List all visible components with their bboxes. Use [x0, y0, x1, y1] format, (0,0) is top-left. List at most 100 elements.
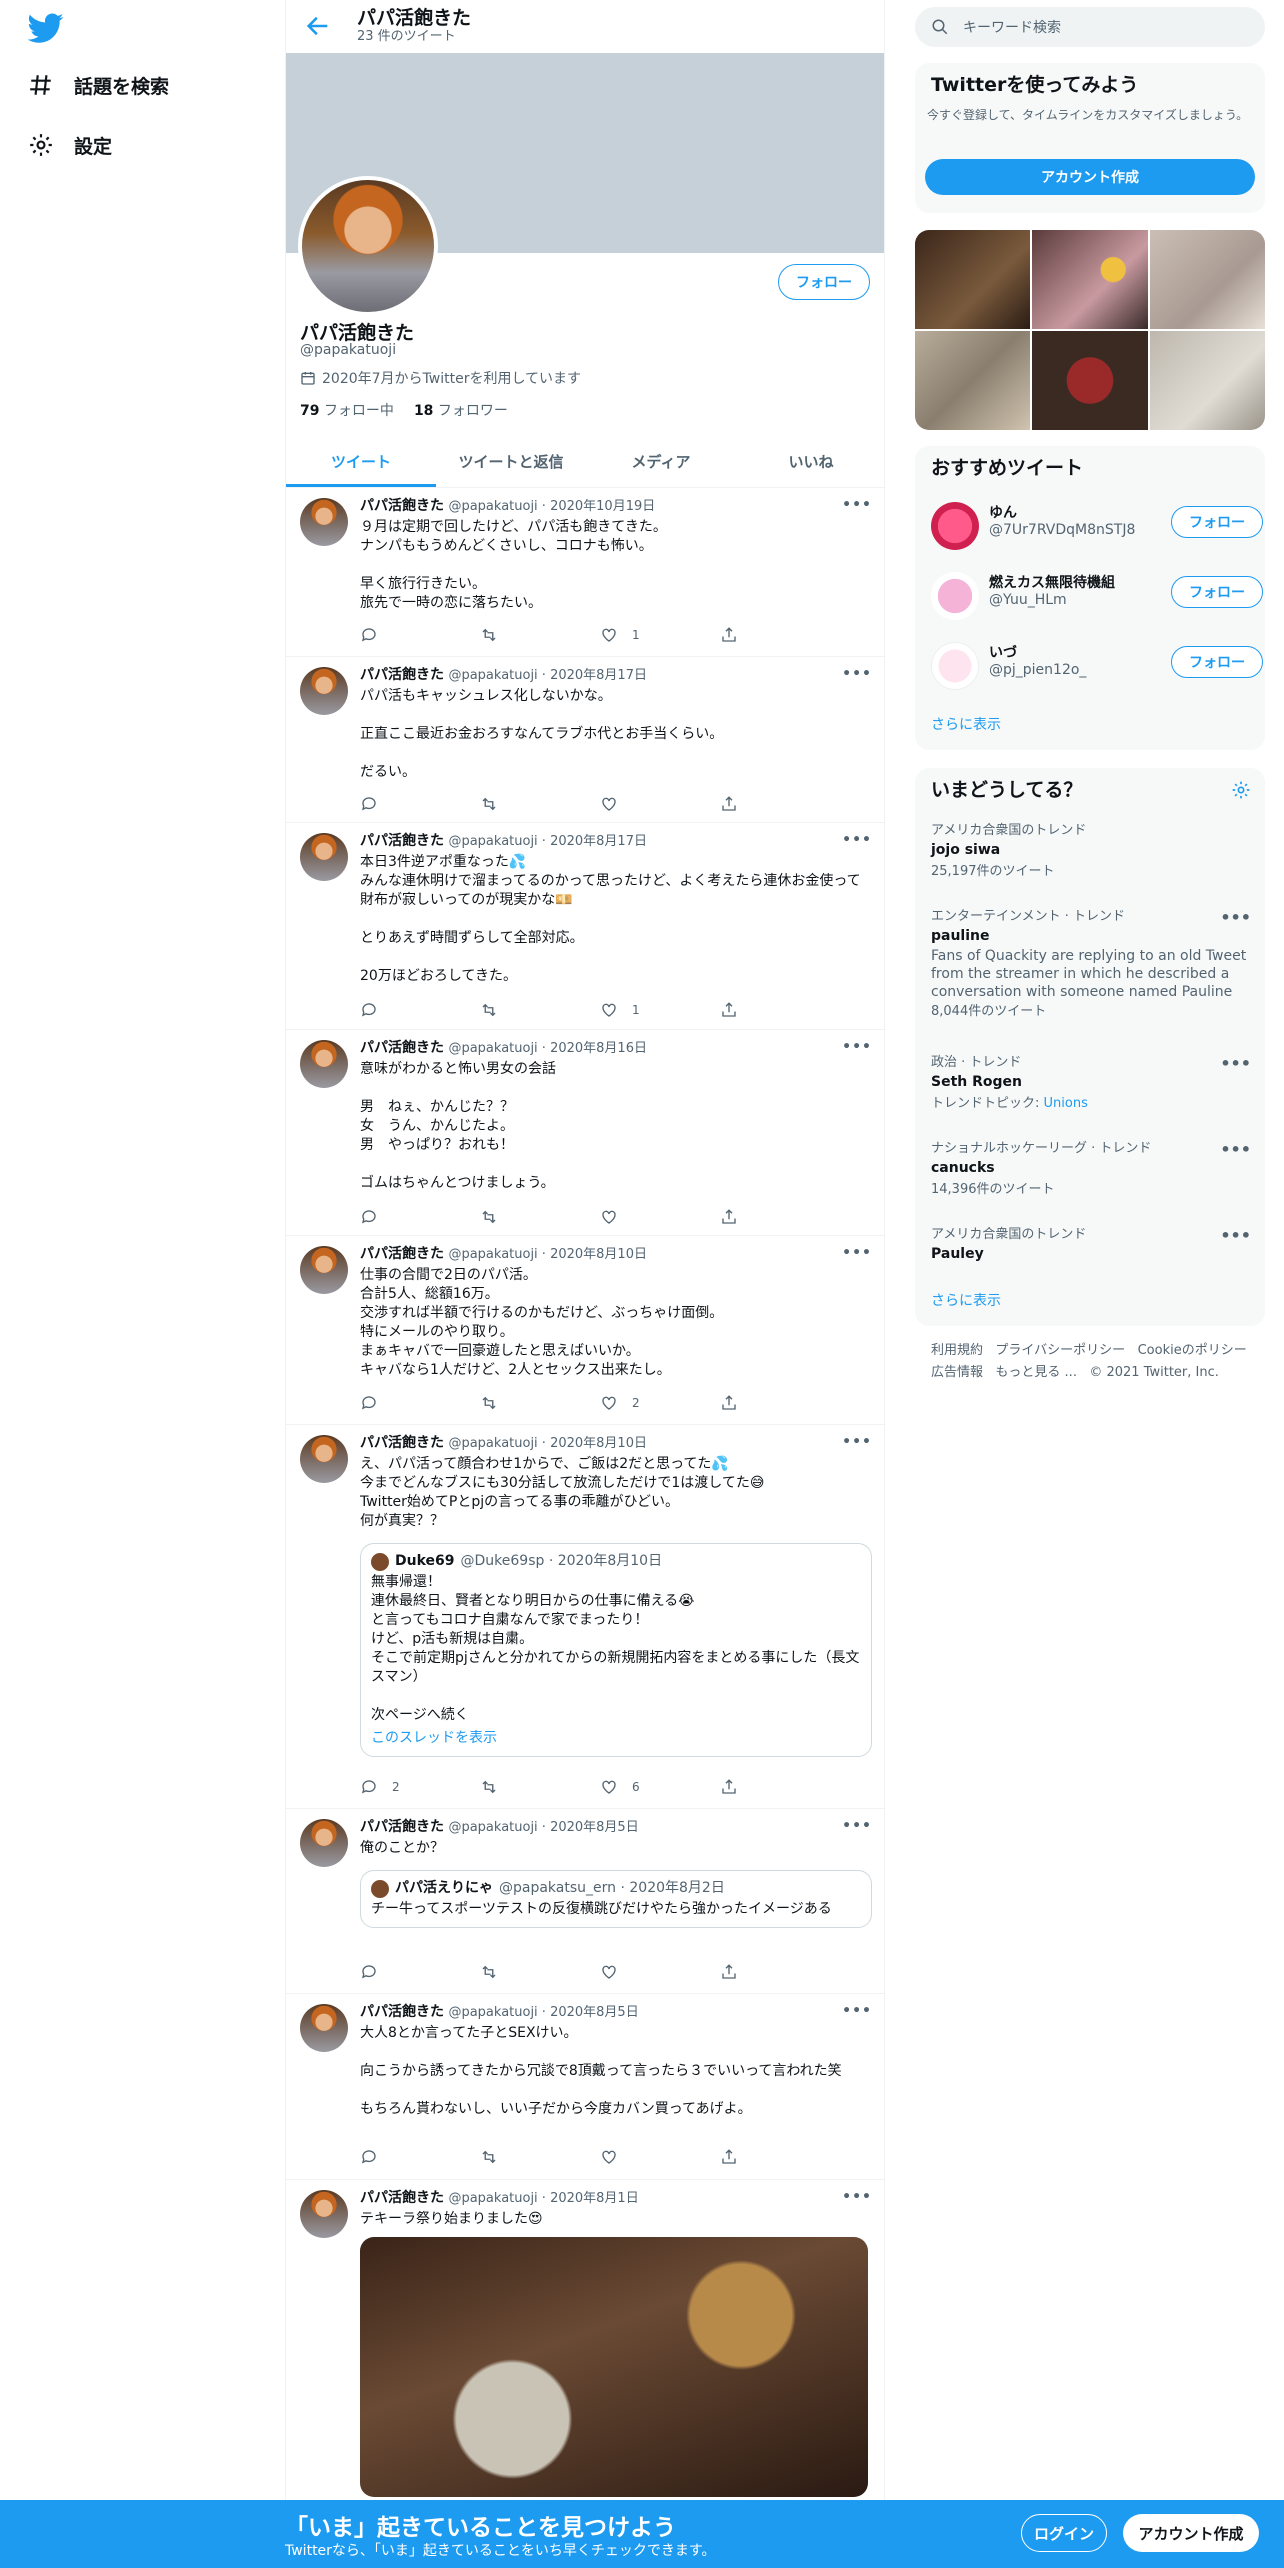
like-button[interactable] — [600, 2147, 680, 2167]
avatar[interactable] — [300, 1819, 348, 1867]
reply-button[interactable] — [360, 1962, 440, 1982]
join-signup-button[interactable]: アカウント作成 — [925, 159, 1255, 195]
more-icon[interactable]: ••• — [842, 666, 872, 682]
more-icon[interactable]: ••• — [842, 1434, 872, 1450]
tweet-image[interactable] — [360, 2237, 868, 2497]
media-thumb[interactable] — [1032, 230, 1148, 329]
who-follow-button[interactable]: フォロー — [1171, 576, 1263, 608]
footer-terms[interactable]: 利用規約 — [931, 1343, 983, 1358]
tweet[interactable]: ••• パパ活飽きた @papakatuoji · 2020年8月10日 仕事の合間… — [286, 1236, 884, 1425]
share-button[interactable] — [720, 1777, 800, 1797]
share-button[interactable] — [720, 1962, 800, 1982]
tweet-meta[interactable]: @papakatuoji · 2020年8月5日 — [448, 1820, 638, 1835]
avatar[interactable] — [300, 833, 348, 881]
like-button[interactable] — [600, 794, 680, 814]
reply-button[interactable] — [360, 1207, 440, 1227]
tab-tweets[interactable]: ツイート — [286, 436, 436, 487]
who-follow-button[interactable]: フォロー — [1171, 646, 1263, 678]
tweet[interactable]: ••• パパ活飽きた @papakatuoji · 2020年8月16日 意味がわか… — [286, 1030, 884, 1236]
quoted-tweet[interactable]: Duke69 @Duke69sp · 2020年8月10日 無事帰還！ 連休最終日、… — [360, 1543, 872, 1757]
twitter-logo-icon[interactable] — [28, 10, 64, 46]
signup-button[interactable]: アカウント作成 — [1123, 2514, 1259, 2552]
retweet-button[interactable] — [480, 2147, 560, 2167]
tweet-author[interactable]: パパ活飽きた — [360, 667, 444, 683]
following-link[interactable]: 79 フォロー中 — [300, 400, 394, 420]
retweet-button[interactable] — [480, 1393, 560, 1413]
media-thumb[interactable] — [1149, 230, 1265, 329]
tweet-author[interactable]: パパ活飽きた — [360, 1819, 444, 1835]
tweet-author[interactable]: パパ活飽きた — [360, 2004, 444, 2020]
share-button[interactable] — [720, 794, 800, 814]
nav-explore[interactable]: 話題を検索 — [28, 65, 169, 105]
avatar[interactable] — [300, 2004, 348, 2052]
tweet-meta[interactable]: @papakatuoji · 2020年8月10日 — [448, 1436, 647, 1451]
tab-tweets-replies[interactable]: ツイートと返信 — [436, 436, 586, 487]
share-button[interactable] — [720, 1207, 800, 1227]
like-button[interactable] — [600, 1207, 680, 1227]
tweet-author[interactable]: パパ活飽きた — [360, 1435, 444, 1451]
gear-icon[interactable] — [1231, 780, 1251, 800]
trend-topic-link[interactable]: Unions — [1044, 1096, 1088, 1111]
tweet-author[interactable]: パパ活飽きた — [360, 2190, 444, 2206]
avatar[interactable] — [300, 1040, 348, 1088]
tweet-author[interactable]: パパ活飽きた — [360, 498, 444, 514]
back-arrow-icon[interactable] — [304, 12, 332, 40]
reply-button[interactable] — [360, 794, 440, 814]
profile-follow-button[interactable]: フォロー — [778, 264, 870, 300]
media-thumb[interactable] — [915, 331, 1031, 430]
retweet-button[interactable] — [480, 1777, 560, 1797]
retweet-button[interactable] — [480, 794, 560, 814]
tweet[interactable]: ••• パパ活飽きた @papakatuoji · 2020年10月19日 ９月は定… — [286, 488, 884, 657]
quoted-tweet[interactable]: パパ活えりにゃ @papakatsu_ern · 2020年8月2日 チー牛ってスポ… — [360, 1870, 872, 1928]
profile-avatar[interactable] — [298, 176, 438, 316]
reply-button[interactable] — [360, 1393, 440, 1413]
tweet-meta[interactable]: @papakatuoji · 2020年10月19日 — [448, 499, 655, 514]
tweet-author[interactable]: パパ活飽きた — [360, 1040, 444, 1056]
retweet-button[interactable] — [480, 1962, 560, 1982]
tweet-meta[interactable]: @papakatuoji · 2020年8月10日 — [448, 1247, 647, 1262]
more-icon[interactable]: ••• — [842, 1245, 872, 1261]
tab-media[interactable]: メディア — [586, 436, 736, 487]
login-button[interactable]: ログイン — [1021, 2514, 1107, 2552]
followers-link[interactable]: 18 フォロワー — [414, 400, 508, 420]
show-thread-link[interactable]: このスレッドを表示 — [371, 1729, 861, 1748]
like-button[interactable]: 2 — [600, 1393, 680, 1413]
more-icon[interactable]: ••• — [842, 497, 872, 513]
more-icon[interactable]: ••• — [842, 1818, 872, 1834]
share-button[interactable] — [720, 1000, 800, 1020]
retweet-button[interactable] — [480, 1000, 560, 1020]
media-thumb[interactable] — [1032, 331, 1148, 430]
share-button[interactable] — [720, 625, 800, 645]
footer-ads[interactable]: 広告情報 — [931, 1365, 983, 1380]
footer-more[interactable]: もっと見る ... — [995, 1365, 1077, 1380]
avatar[interactable] — [300, 498, 348, 546]
nav-settings[interactable]: 設定 — [28, 125, 112, 165]
media-thumb[interactable] — [915, 230, 1031, 329]
footer-cookie[interactable]: Cookieのポリシー — [1138, 1343, 1247, 1358]
more-icon[interactable]: ••• — [1220, 1054, 1251, 1073]
trend-item[interactable]: ••• アメリカ合衆国のトレンド Pauley — [931, 1226, 1251, 1265]
trend-item[interactable]: ••• 政治 · トレンド Seth Rogen トレンドトピック: Union… — [931, 1054, 1251, 1113]
more-icon[interactable]: ••• — [842, 1039, 872, 1055]
retweet-button[interactable] — [480, 625, 560, 645]
footer-privacy[interactable]: プライバシーポリシー — [995, 1343, 1125, 1358]
tweet[interactable]: ••• パパ活飽きた @papakatuoji · 2020年8月1日 テキーラ祭り… — [286, 2180, 884, 2500]
tweet[interactable]: ••• パパ活飽きた @papakatuoji · 2020年8月17日 本日3件逆… — [286, 823, 884, 1030]
media-thumb[interactable] — [1149, 331, 1265, 430]
who-follow-button[interactable]: フォロー — [1171, 506, 1263, 538]
trend-item[interactable]: ••• ナショナルホッケーリーグ · トレンド canucks 14,396件の… — [931, 1140, 1251, 1199]
avatar[interactable] — [300, 1435, 348, 1483]
tweet[interactable]: ••• パパ活飽きた @papakatuoji · 2020年8月10日 え、パパ活… — [286, 1425, 884, 1809]
tweet-author[interactable]: パパ活飽きた — [360, 833, 444, 849]
more-icon[interactable]: ••• — [1220, 908, 1251, 927]
reply-button[interactable] — [360, 625, 440, 645]
more-icon[interactable]: ••• — [1220, 1226, 1251, 1245]
trend-item[interactable]: アメリカ合衆国のトレンド jojo siwa 25,197件のツイート — [931, 822, 1251, 881]
reply-button[interactable]: 2 — [360, 1777, 440, 1797]
avatar[interactable] — [300, 667, 348, 715]
more-icon[interactable]: ••• — [1220, 1140, 1251, 1159]
share-button[interactable] — [720, 1393, 800, 1413]
who-item[interactable]: ゆん @7Ur7RVDqM8nSTJ8 フォロー — [931, 494, 1263, 554]
who-item[interactable]: いづ @pj_pien12o_ フォロー — [931, 634, 1263, 694]
like-button[interactable]: 1 — [600, 625, 680, 645]
